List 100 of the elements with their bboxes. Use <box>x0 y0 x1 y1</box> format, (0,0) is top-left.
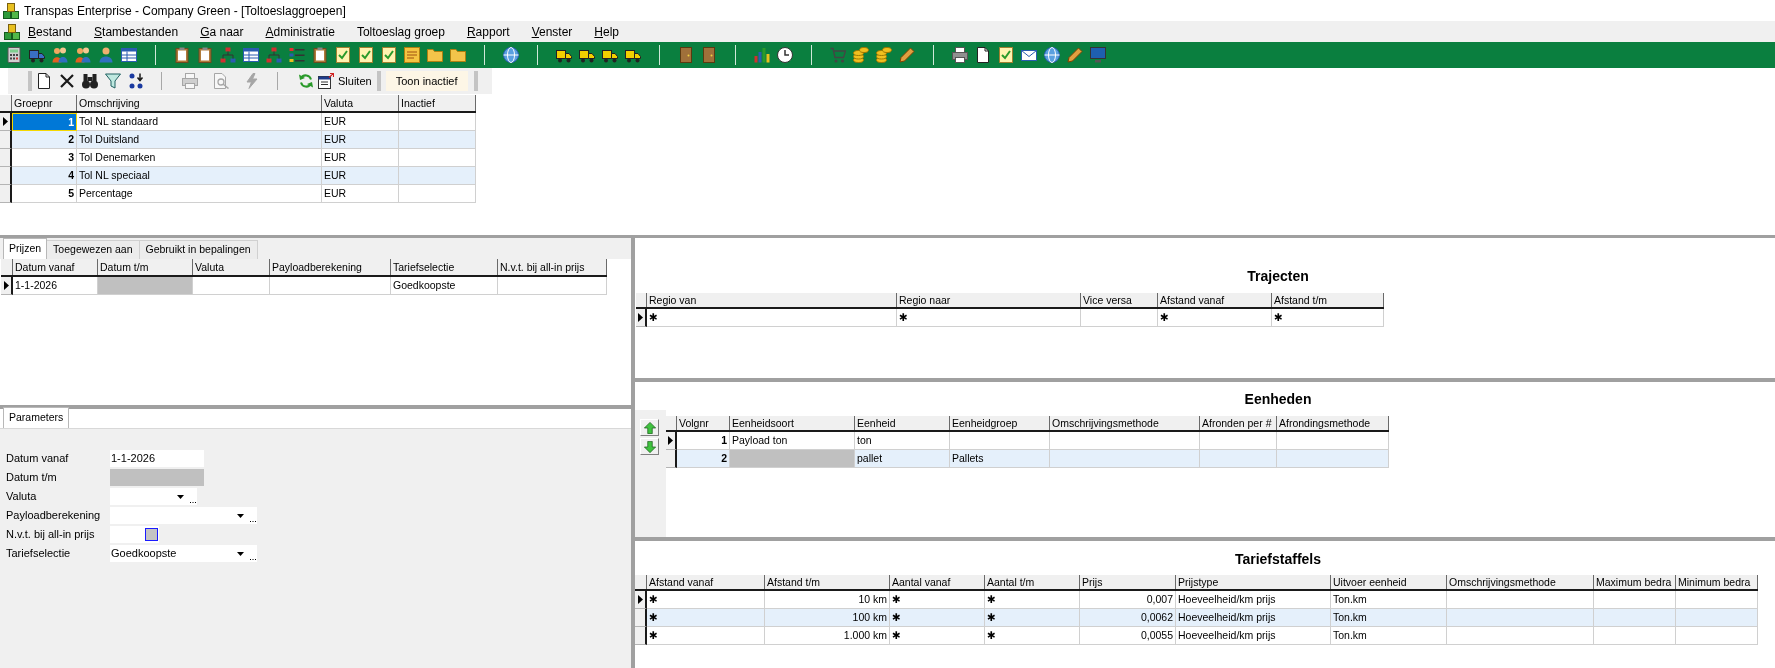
coins-icon[interactable] <box>876 47 892 63</box>
table-icon[interactable] <box>121 47 137 63</box>
tab[interactable]: Parameters <box>3 407 70 428</box>
monitor-icon[interactable] <box>1090 47 1106 63</box>
field-label: N.v.t. bij all-in prijs <box>6 527 96 543</box>
clipboard-icon[interactable] <box>197 47 213 63</box>
truck-icon[interactable] <box>579 47 595 63</box>
menu-item[interactable]: Ga naar <box>200 22 244 41</box>
clipboard-icon[interactable] <box>312 47 328 63</box>
table-cell: ✱ <box>1158 309 1272 327</box>
table-cell: ✱ <box>647 627 765 645</box>
document-icon[interactable] <box>36 73 52 89</box>
table-cell: Goedkoopste <box>391 277 498 295</box>
row-selector[interactable] <box>635 627 647 645</box>
table-cell: Pallets <box>950 450 1050 468</box>
row-selector[interactable] <box>635 591 647 609</box>
truck-icon[interactable] <box>556 47 572 63</box>
document-icon[interactable] <box>975 47 991 63</box>
folder-icon[interactable] <box>427 47 443 63</box>
checklist-icon[interactable] <box>335 47 351 63</box>
table-cell: ✱ <box>1272 309 1384 327</box>
menu-item[interactable]: Stambestanden <box>94 22 179 41</box>
people-icon[interactable] <box>75 47 91 63</box>
column-header: Groepnr <box>12 95 77 111</box>
list-icon[interactable] <box>289 47 305 63</box>
tab[interactable]: Gebruikt in bepalingen <box>139 240 258 259</box>
door-icon[interactable] <box>678 47 694 63</box>
menu-item[interactable]: Help <box>594 22 620 41</box>
cubes-icon[interactable] <box>4 23 20 40</box>
calculator-icon[interactable] <box>6 47 22 63</box>
row-selector[interactable] <box>1 277 13 295</box>
filter-icon[interactable] <box>105 73 121 89</box>
dropdown-field[interactable]: Goedkoopste <box>110 545 257 562</box>
pen-icon[interactable] <box>1067 47 1083 63</box>
printer-icon[interactable] <box>952 47 968 63</box>
globe-icon[interactable] <box>1044 47 1060 63</box>
column-header: Afstand vanaf <box>647 575 765 589</box>
text-field[interactable]: 1-1-2026 <box>110 450 204 467</box>
menu-item[interactable]: Bestand <box>28 22 73 41</box>
people-icon[interactable] <box>52 47 68 63</box>
column-header: Vice versa <box>1081 293 1158 307</box>
row-pointer-icon <box>638 313 643 322</box>
column-header: Minimum bedra <box>1676 575 1758 589</box>
table-icon[interactable] <box>243 47 259 63</box>
dropdown-field[interactable] <box>110 488 197 505</box>
truck-icon[interactable] <box>625 47 641 63</box>
menu-item[interactable]: Toltoeslag groep <box>356 22 445 41</box>
clipboard-icon[interactable] <box>174 47 190 63</box>
move-up-button[interactable] <box>640 419 659 436</box>
tab[interactable]: Toegewezen aan <box>47 240 140 259</box>
menu-item[interactable]: Venster <box>531 22 573 41</box>
row-selector[interactable] <box>636 309 647 327</box>
table-corner <box>636 293 647 307</box>
row-selector[interactable] <box>0 149 12 167</box>
dots-icon[interactable] <box>128 73 144 89</box>
truck-icon[interactable] <box>602 47 618 63</box>
checkbox[interactable] <box>145 528 158 541</box>
pen-icon[interactable] <box>899 47 915 63</box>
close-button[interactable]: Sluiten <box>316 71 374 91</box>
row-selector[interactable] <box>666 450 677 468</box>
binoculars-icon[interactable] <box>82 73 98 89</box>
column-header: Afstand t/m <box>765 575 890 589</box>
row-selector[interactable] <box>0 131 12 149</box>
folder-icon[interactable] <box>450 47 466 63</box>
menu-item[interactable]: Administratie <box>265 22 335 41</box>
refresh-icon[interactable] <box>298 73 314 89</box>
door-icon[interactable] <box>701 47 717 63</box>
caret-icon <box>237 513 244 518</box>
checklist-icon[interactable] <box>358 47 374 63</box>
column-header: Omschrijvingsmethode <box>1447 575 1594 589</box>
column-header: Afronden per # <box>1200 416 1277 430</box>
coins-icon[interactable] <box>853 47 869 63</box>
checklist-icon[interactable] <box>998 47 1014 63</box>
row-selector[interactable] <box>635 609 647 627</box>
column-header: Regio naar <box>897 293 1081 307</box>
bar-chart-icon[interactable] <box>754 47 770 63</box>
table-cell: 0,0062 <box>1080 609 1176 627</box>
table-cell: Tol Duitsland <box>77 131 322 149</box>
table-cell: Percentage <box>77 185 322 203</box>
panel-title: Trajecten <box>1247 268 1309 284</box>
row-selector[interactable] <box>0 113 12 131</box>
row-pointer-icon <box>668 436 673 445</box>
envelope-icon[interactable] <box>1021 47 1037 63</box>
tab[interactable]: Prijzen <box>3 238 48 259</box>
row-pointer-icon <box>3 281 9 290</box>
dropdown-field[interactable] <box>110 507 257 524</box>
move-down-button[interactable] <box>640 438 659 455</box>
person-icon[interactable] <box>98 47 114 63</box>
clock-icon[interactable] <box>777 47 793 63</box>
caret-icon <box>177 494 184 499</box>
column-header: Tariefselectie <box>391 259 498 275</box>
globe-icon[interactable] <box>503 47 519 63</box>
cross-icon[interactable] <box>59 73 75 89</box>
row-selector[interactable] <box>0 185 12 203</box>
row-selector[interactable] <box>666 432 677 450</box>
table-cell: ✱ <box>890 609 985 627</box>
checklist-icon[interactable] <box>381 47 397 63</box>
menu-item[interactable]: Rapport <box>466 22 510 41</box>
row-selector[interactable] <box>0 167 12 185</box>
table-cell: EUR <box>322 167 399 185</box>
